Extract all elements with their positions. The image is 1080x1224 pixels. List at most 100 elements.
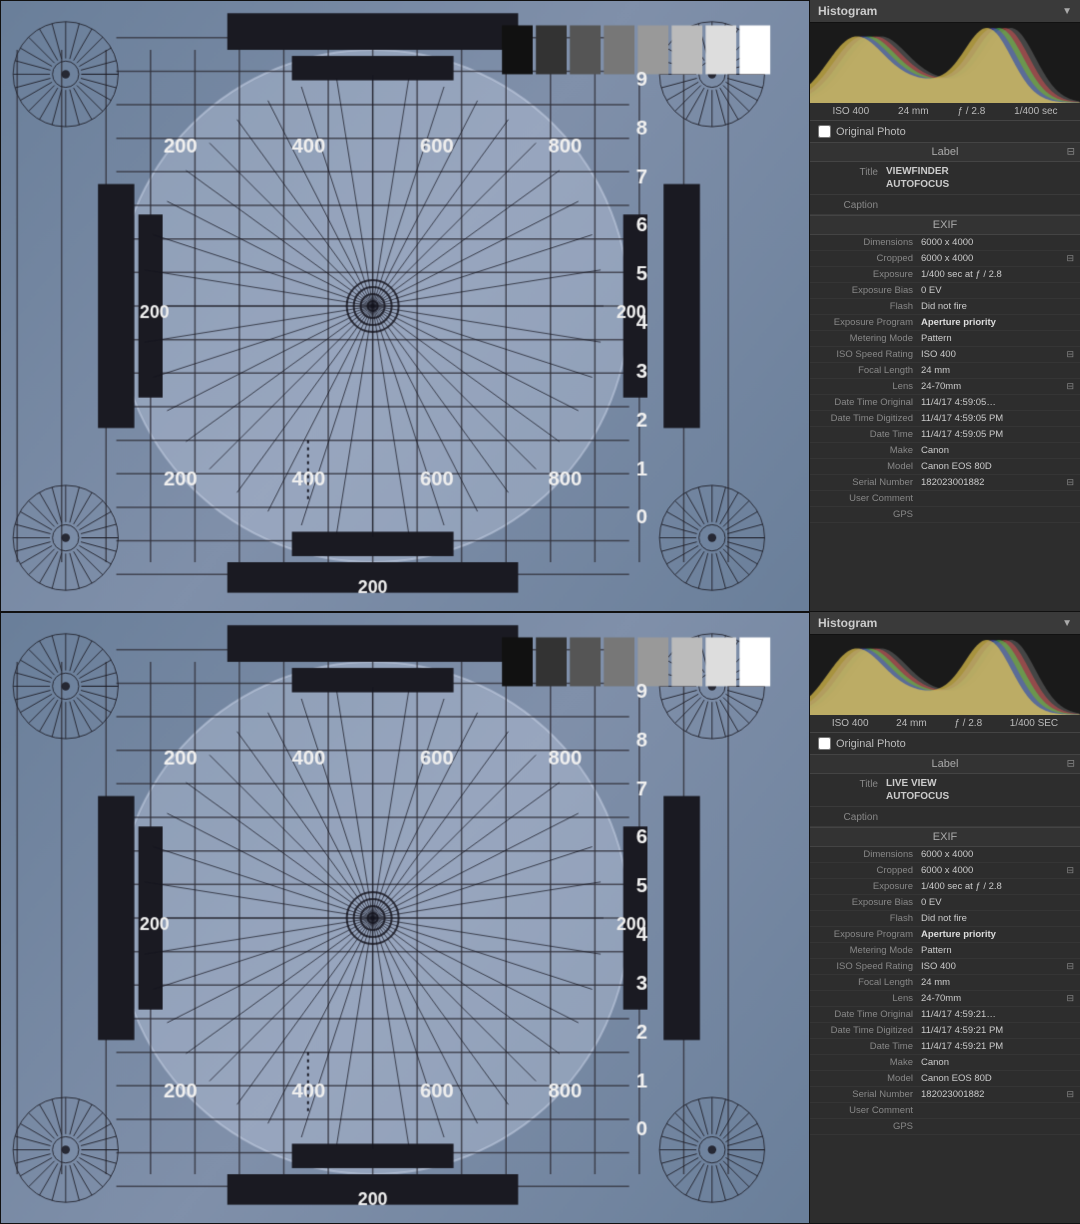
exif-key: Exposure Program bbox=[816, 929, 921, 940]
top-photo-container bbox=[0, 0, 810, 612]
top-exif-header: EXIF bbox=[810, 216, 1080, 235]
exif-expand-btn[interactable]: ⊟ bbox=[1066, 865, 1074, 876]
exif-value: 24-70mm bbox=[921, 993, 1063, 1004]
exif-key: Date Time Digitized bbox=[816, 413, 921, 424]
exif-value: 6000 x 4000 bbox=[921, 849, 1074, 860]
exif-value: 24-70mm bbox=[921, 381, 1063, 392]
exif-key: Date Time bbox=[816, 429, 921, 440]
exif-expand-btn[interactable]: ⊟ bbox=[1066, 381, 1074, 392]
exif-value: 24 mm bbox=[921, 977, 1074, 988]
exif-row: Metering ModePattern bbox=[810, 943, 1080, 959]
exif-value: Did not fire bbox=[921, 301, 1074, 312]
exif-row: ModelCanon EOS 80D bbox=[810, 1071, 1080, 1087]
exif-expand-btn[interactable]: ⊟ bbox=[1066, 1089, 1074, 1100]
exif-key: Exposure bbox=[816, 269, 921, 280]
top-histogram-chart bbox=[810, 23, 1080, 103]
exif-value: 1/400 sec at ƒ / 2.8 bbox=[921, 881, 1074, 892]
exif-key: Lens bbox=[816, 381, 921, 392]
exif-value: ISO 400 bbox=[921, 349, 1063, 360]
top-histogram-header: Histogram ▼ bbox=[810, 0, 1080, 23]
exif-expand-btn[interactable]: ⊟ bbox=[1066, 477, 1074, 488]
exif-key: Serial Number bbox=[816, 1089, 921, 1100]
exif-key: Date Time bbox=[816, 1041, 921, 1052]
exif-key: Flash bbox=[816, 301, 921, 312]
exif-row: Exposure ProgramAperture priority bbox=[810, 927, 1080, 943]
exif-value: Pattern bbox=[921, 945, 1074, 956]
exif-expand-btn[interactable]: ⊟ bbox=[1066, 961, 1074, 972]
bottom-histogram-title: Histogram bbox=[818, 616, 877, 630]
top-label-title-value: VIEWFINDERAUTOFOCUS bbox=[886, 165, 1074, 191]
exif-key: Exposure bbox=[816, 881, 921, 892]
exif-value: 11/4/17 4:59:05 PM bbox=[921, 429, 1074, 440]
exif-key: Exposure Bias bbox=[816, 897, 921, 908]
exif-key: Flash bbox=[816, 913, 921, 924]
exif-row: Cropped6000 x 4000⊟ bbox=[810, 863, 1080, 879]
exif-key: Cropped bbox=[816, 253, 921, 264]
bottom-histogram-header: Histogram ▼ bbox=[810, 612, 1080, 635]
exif-key: Model bbox=[816, 1073, 921, 1084]
exif-value: Canon bbox=[921, 1057, 1074, 1068]
exif-value: 182023001882 bbox=[921, 1089, 1063, 1100]
exif-value: Aperture priority bbox=[921, 929, 1074, 940]
bottom-photo-canvas bbox=[1, 613, 809, 1223]
photos-panel bbox=[0, 0, 810, 1224]
top-original-photo-checkbox[interactable] bbox=[818, 125, 831, 138]
top-exif-rows: Dimensions6000 x 4000Cropped6000 x 4000⊟… bbox=[810, 235, 1080, 523]
bottom-label-title-row: Title LIVE VIEWAUTOFOCUS bbox=[810, 774, 1080, 807]
exif-row: Dimensions6000 x 4000 bbox=[810, 847, 1080, 863]
exif-key: Metering Mode bbox=[816, 333, 921, 344]
bottom-label-header-btn[interactable]: ⊟ bbox=[1067, 759, 1075, 770]
exif-value: 24 mm bbox=[921, 365, 1074, 376]
exif-expand-btn[interactable]: ⊟ bbox=[1066, 349, 1074, 360]
bottom-hist-focal: 24 mm bbox=[896, 718, 927, 729]
exif-key: Serial Number bbox=[816, 477, 921, 488]
top-hist-aperture: ƒ / 2.8 bbox=[957, 106, 985, 117]
exif-row: Focal Length24 mm bbox=[810, 975, 1080, 991]
bottom-hist-aperture: ƒ / 2.8 bbox=[954, 718, 982, 729]
exif-value: 6000 x 4000 bbox=[921, 253, 1063, 264]
exif-row: FlashDid not fire bbox=[810, 299, 1080, 315]
top-label-title-row: Title VIEWFINDERAUTOFOCUS bbox=[810, 162, 1080, 195]
exif-row: Lens24-70mm⊟ bbox=[810, 379, 1080, 395]
exif-key: Date Time Original bbox=[816, 1009, 921, 1020]
top-label-header-btn[interactable]: ⊟ bbox=[1067, 147, 1075, 158]
exif-row: User Comment bbox=[810, 491, 1080, 507]
exif-key: Model bbox=[816, 461, 921, 472]
bottom-label-header: Label ⊟ bbox=[810, 755, 1080, 774]
exif-key: Cropped bbox=[816, 865, 921, 876]
top-histogram-arrow[interactable]: ▼ bbox=[1062, 6, 1072, 17]
exif-key: Dimensions bbox=[816, 237, 921, 248]
exif-row: Dimensions6000 x 4000 bbox=[810, 235, 1080, 251]
bottom-original-photo-label[interactable]: Original Photo bbox=[836, 738, 906, 750]
exif-key: Lens bbox=[816, 993, 921, 1004]
exif-key: Focal Length bbox=[816, 365, 921, 376]
exif-value: Did not fire bbox=[921, 913, 1074, 924]
top-hist-shutter: 1/400 sec bbox=[1014, 106, 1057, 117]
exif-row: Date Time Original11/4/17 4:59:21… bbox=[810, 1007, 1080, 1023]
exif-row: Serial Number182023001882⊟ bbox=[810, 1087, 1080, 1103]
top-original-photo-label[interactable]: Original Photo bbox=[836, 126, 906, 138]
bottom-label-title-value: LIVE VIEWAUTOFOCUS bbox=[886, 777, 1074, 803]
bottom-exif-header: EXIF bbox=[810, 828, 1080, 847]
exif-key: Make bbox=[816, 1057, 921, 1068]
exif-key: ISO Speed Rating bbox=[816, 961, 921, 972]
bottom-original-photo-row: Original Photo bbox=[810, 733, 1080, 755]
top-original-photo-row: Original Photo bbox=[810, 121, 1080, 143]
exif-row: User Comment bbox=[810, 1103, 1080, 1119]
exif-key: GPS bbox=[816, 509, 921, 520]
exif-row: Focal Length24 mm bbox=[810, 363, 1080, 379]
bottom-photo-container bbox=[0, 612, 810, 1224]
exif-expand-btn[interactable]: ⊟ bbox=[1066, 993, 1074, 1004]
exif-row: Exposure Bias0 EV bbox=[810, 895, 1080, 911]
exif-key: Make bbox=[816, 445, 921, 456]
top-label-caption-row: Caption bbox=[810, 195, 1080, 215]
exif-row: Exposure1/400 sec at ƒ / 2.8 bbox=[810, 267, 1080, 283]
bottom-histogram-arrow[interactable]: ▼ bbox=[1062, 618, 1072, 629]
exif-expand-btn[interactable]: ⊟ bbox=[1066, 253, 1074, 264]
exif-row: Date Time Digitized11/4/17 4:59:05 PM bbox=[810, 411, 1080, 427]
exif-value: Canon bbox=[921, 445, 1074, 456]
exif-value: ISO 400 bbox=[921, 961, 1063, 972]
exif-row: Lens24-70mm⊟ bbox=[810, 991, 1080, 1007]
exif-row: Exposure ProgramAperture priority bbox=[810, 315, 1080, 331]
bottom-original-photo-checkbox[interactable] bbox=[818, 737, 831, 750]
